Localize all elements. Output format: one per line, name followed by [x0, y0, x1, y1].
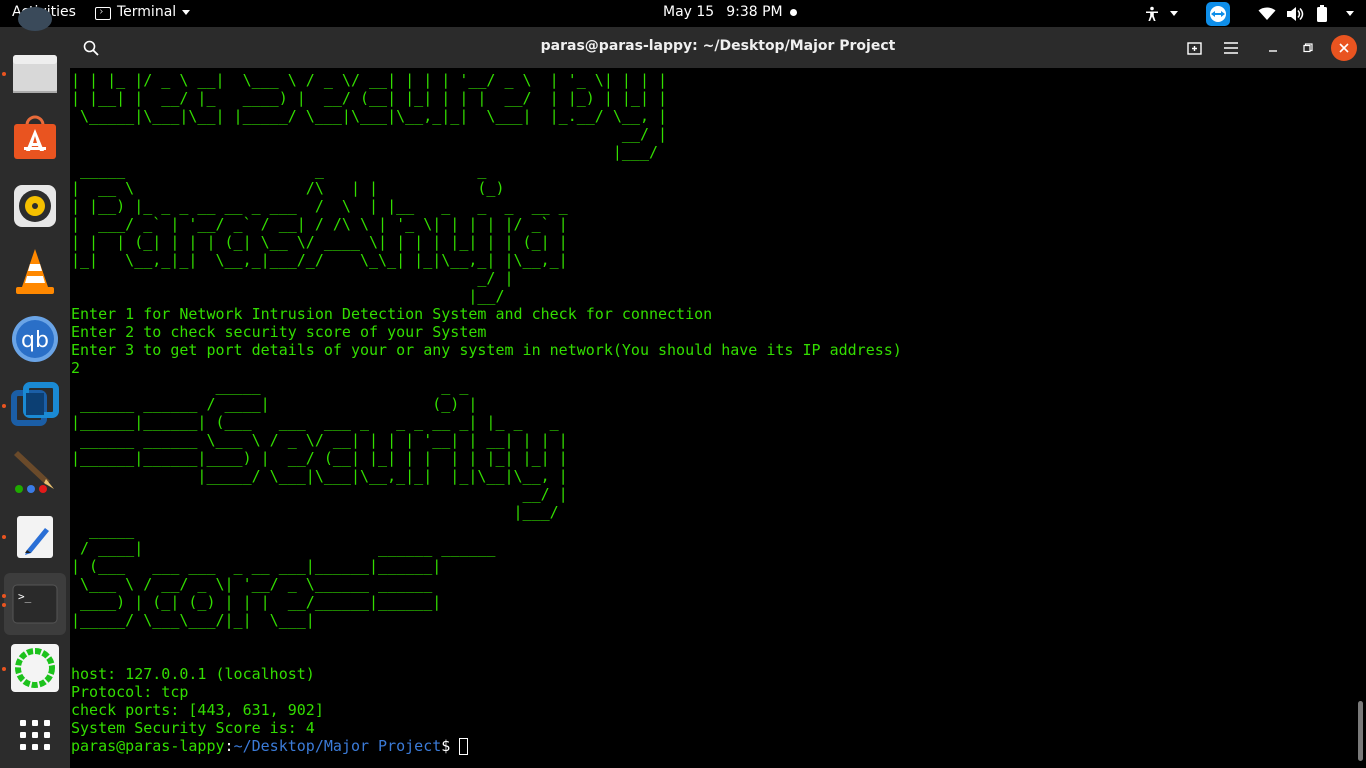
- terminal-icon[interactable]: >_: [4, 573, 66, 635]
- restore-icon: [1303, 43, 1313, 53]
- show-apps-icon[interactable]: [6, 706, 64, 764]
- svg-text:qb: qb: [21, 328, 49, 353]
- terminal-line: _____ _ _: [71, 161, 487, 179]
- teamviewer-icon: [1206, 1, 1230, 26]
- accessibility-icon: [1146, 6, 1158, 21]
- close-icon: [1339, 43, 1349, 53]
- text-cursor: [459, 738, 469, 755]
- terminal-line: Enter 1 for Network Intrusion Detection …: [71, 305, 713, 323]
- minimize-icon: [1269, 50, 1277, 52]
- chevron-down-icon: [1170, 11, 1178, 16]
- rhythmbox-icon[interactable]: [6, 177, 64, 235]
- window-title: paras@paras-lappy: ~/Desktop/Major Proje…: [540, 38, 896, 54]
- dock: qb >_: [0, 7, 70, 768]
- terminal-line: | __ \ /\ | | (_): [71, 179, 505, 197]
- running-indicator: [2, 404, 6, 408]
- partial-app-icon[interactable]: [18, 7, 52, 31]
- wifi-icon: [1258, 7, 1276, 20]
- terminal-window: paras@paras-lappy: ~/Desktop/Major Proje…: [70, 27, 1366, 768]
- new-tab-button[interactable]: [1181, 34, 1209, 62]
- terminal-line: check ports: [443, 631, 902]: [71, 701, 324, 719]
- terminal-line: |___/: [71, 503, 559, 521]
- cinnamon-icon[interactable]: [6, 639, 64, 697]
- prompt-path: ~/Desktop/Major Project: [233, 737, 442, 755]
- battery-icon: [1317, 5, 1327, 22]
- running-indicator: [2, 72, 6, 76]
- terminal-line: ______ ______ / ____| (_) |: [71, 395, 478, 413]
- terminal-line: ______ ______ \___ \ / _ \/ __| | | | '_…: [71, 431, 568, 449]
- svg-text:>_: >_: [18, 590, 32, 603]
- terminal-line: / ____| ______ ______: [71, 539, 496, 557]
- top-bar: Activities Terminal May 15 9:38 PM: [0, 0, 1366, 27]
- terminal-line: _____: [71, 521, 135, 539]
- terminal-line: System Security Score is: 4: [71, 719, 315, 737]
- volume-indicator[interactable]: [1286, 0, 1304, 27]
- terminal-line: | | |_ |/ _ \ __| \___ \ / _ \/ __| | | …: [71, 71, 668, 89]
- qbittorrent-icon[interactable]: qb: [6, 310, 64, 368]
- system-tray: [0, 0, 1366, 27]
- new-tab-icon: [1187, 42, 1202, 55]
- battery-indicator[interactable]: [1316, 0, 1328, 27]
- terminal-line: | |__| | __/ |_ ____) | __/ (__| |_| | |…: [71, 89, 668, 107]
- terminal-line: |______|______| (___ ___ ___ _ _ _ __ _|…: [71, 413, 559, 431]
- hamburger-menu-icon: [1224, 42, 1238, 54]
- terminal-output: | | |_ |/ _ \ __| \___ \ / _ \/ __| | | …: [70, 71, 902, 755]
- running-indicator: [2, 535, 6, 539]
- inkscape-icon[interactable]: [6, 442, 64, 500]
- terminal-line: Protocol: tcp: [71, 683, 189, 701]
- scrollbar[interactable]: [1358, 701, 1363, 761]
- terminal-line: Enter 3 to get port details of your or a…: [71, 341, 902, 359]
- terminal-line: |______|______|____) | __/ (__| |_| | | …: [71, 449, 568, 467]
- terminal-line: | | | (_| | | | (_| \__ \/ ____ \| | | |…: [71, 233, 568, 251]
- terminal-line: Enter 2 to check security score of your …: [71, 323, 487, 341]
- wifi-indicator[interactable]: [1258, 0, 1276, 27]
- terminal-line: | ___/ _` | '__/ _` / __| / /\ \ | '_ \|…: [71, 215, 568, 233]
- vlc-icon[interactable]: [6, 243, 64, 301]
- terminal-content[interactable]: | | |_ |/ _ \ __| \___ \ / _ \/ __| | | …: [70, 68, 1366, 768]
- terminal-line: | |__) |_ _ _ __ __ _ ___ / \ | |__ _ _ …: [71, 197, 568, 215]
- prompt-user: paras@paras-lappy: [71, 737, 225, 755]
- terminal-line: _/ |: [71, 269, 514, 287]
- running-indicator: [2, 667, 6, 671]
- minimize-button[interactable]: [1259, 34, 1287, 62]
- terminal-line: host: 127.0.0.1 (localhost): [71, 665, 315, 683]
- chevron-down-icon: [1346, 11, 1354, 16]
- shell-prompt[interactable]: paras@paras-lappy:~/Desktop/Major Projec…: [71, 737, 902, 755]
- terminal-line: \_____|\___|\__| |_____/ \___|\___|\__,_…: [71, 107, 668, 125]
- ubuntu-software-icon[interactable]: [6, 109, 64, 167]
- terminal-line: | (___ ___ ___ _ __ ___|______|______|: [71, 557, 442, 575]
- menu-button[interactable]: [1217, 34, 1245, 62]
- files-icon[interactable]: [6, 45, 64, 103]
- terminal-line: |_| \__,_|_| \__,_|___/_/ \_\_| |_|\__,_…: [71, 251, 568, 269]
- text-editor-icon[interactable]: [6, 508, 64, 566]
- virtualbox-icon[interactable]: [6, 377, 64, 435]
- terminal-line: |_____/ \___\___/|_| \___|: [71, 611, 315, 629]
- terminal-line: __/ |: [71, 125, 668, 143]
- terminal-line: |__/: [71, 287, 505, 305]
- header-bar[interactable]: paras@paras-lappy: ~/Desktop/Major Proje…: [70, 27, 1366, 68]
- system-menu[interactable]: [1346, 0, 1354, 27]
- terminal-line: __/ |: [71, 485, 568, 503]
- prompt-symbol: $: [441, 737, 460, 755]
- prompt-separator: :: [224, 737, 234, 755]
- volume-icon: [1287, 6, 1304, 21]
- teamviewer-tray[interactable]: [1206, 0, 1230, 27]
- terminal-line: 2: [71, 359, 81, 377]
- close-button[interactable]: [1331, 35, 1357, 61]
- terminal-line: _____ _ _: [71, 377, 469, 395]
- terminal-line: |_____/ \___|\___|\__,_|_| |_|\__|\__, |: [71, 467, 568, 485]
- running-indicator: [2, 594, 6, 598]
- terminal-line: ____) | (_| (_) | | | __/______|______|: [71, 593, 442, 611]
- terminal-line: \___ \ / __/ _ \| '__/ _ \______ ______: [71, 575, 433, 593]
- accessibility-menu[interactable]: [1144, 0, 1178, 27]
- running-indicator: [2, 603, 6, 607]
- terminal-line: |___/: [71, 143, 658, 161]
- maximize-button[interactable]: [1294, 34, 1322, 62]
